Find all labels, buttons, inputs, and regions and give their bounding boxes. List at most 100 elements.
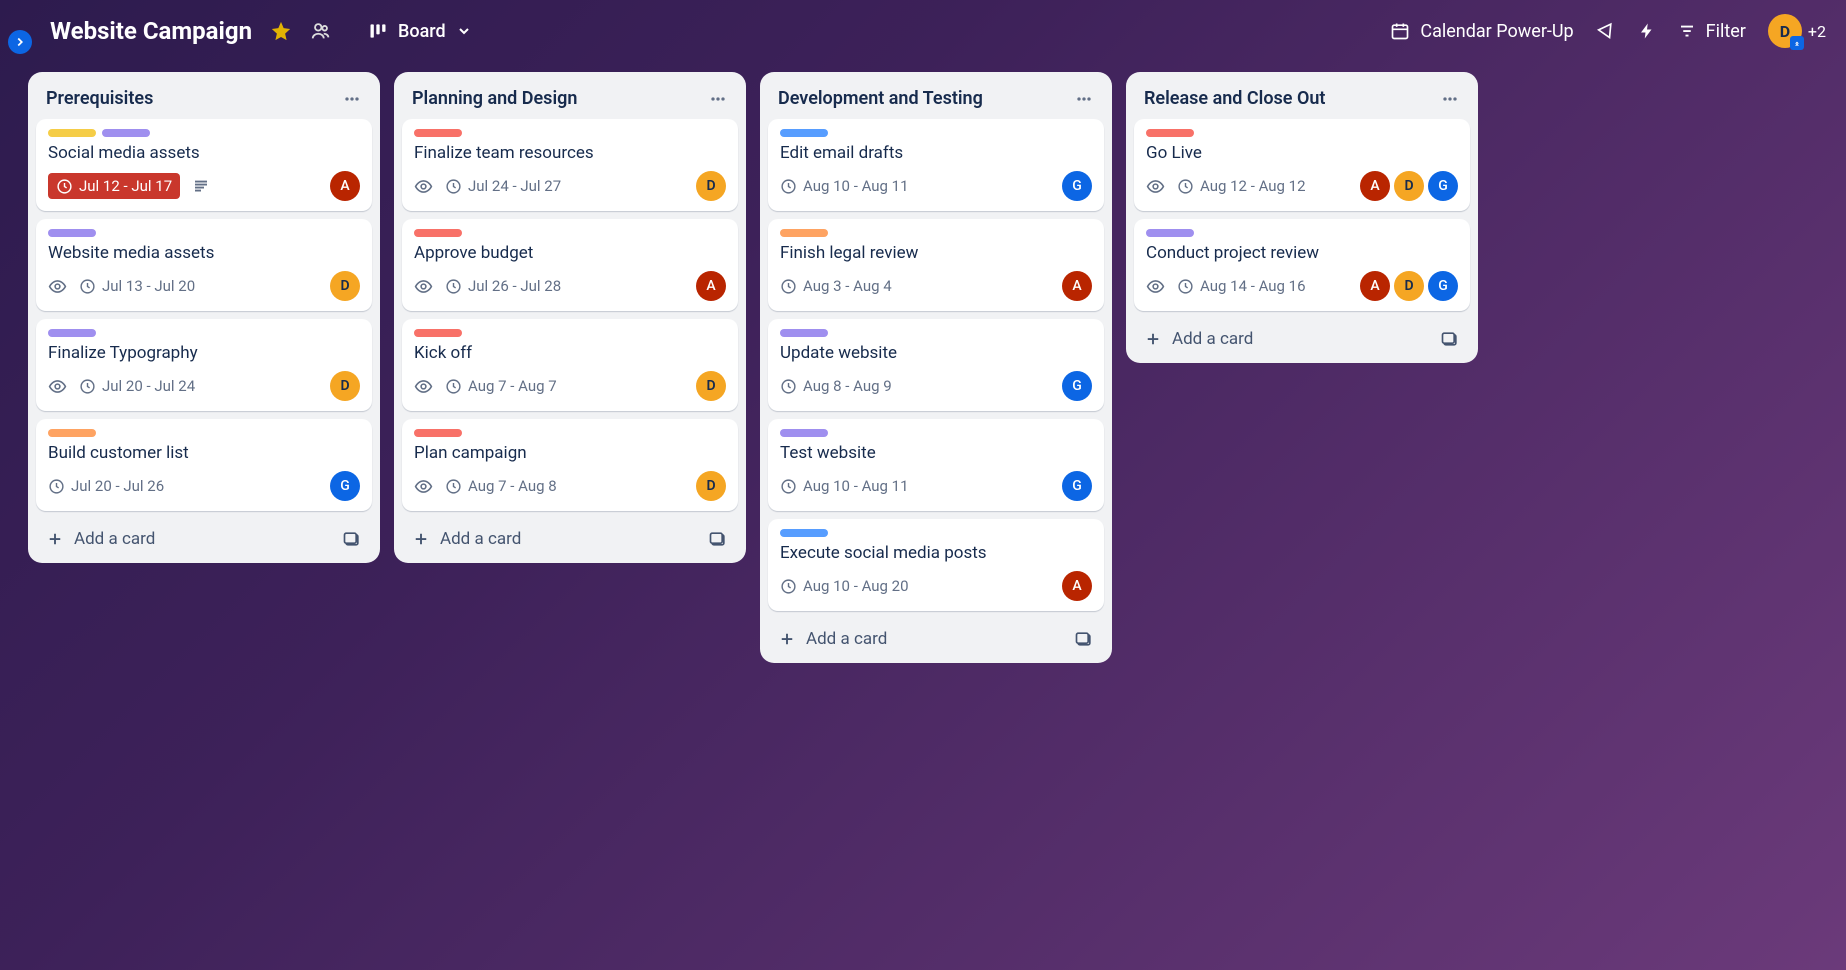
workspace-visibility-icon[interactable] <box>310 20 332 42</box>
member-avatar[interactable]: G <box>330 471 360 501</box>
card-template-button[interactable] <box>1074 629 1094 649</box>
due-date-badge[interactable]: Aug 7 - Aug 7 <box>445 377 557 395</box>
automation-icon[interactable] <box>1638 22 1656 40</box>
due-date-badge[interactable]: Aug 3 - Aug 4 <box>780 277 892 295</box>
list-menu-button[interactable] <box>1074 89 1094 109</box>
card[interactable]: Conduct project review Aug 14 - Aug 16 ADG <box>1134 219 1470 311</box>
due-date-badge[interactable]: Aug 12 - Aug 12 <box>1177 177 1306 195</box>
view-switcher[interactable]: Board <box>358 15 482 48</box>
list-title[interactable]: Release and Close Out <box>1144 88 1325 109</box>
member-avatar[interactable]: G <box>1062 171 1092 201</box>
member-avatar[interactable]: A <box>1062 571 1092 601</box>
rocket-icon[interactable] <box>1596 21 1616 41</box>
label-purple[interactable] <box>48 229 96 237</box>
due-date-badge[interactable]: Aug 7 - Aug 8 <box>445 477 557 495</box>
card-template-button[interactable] <box>1440 329 1460 349</box>
due-date-badge[interactable]: Jul 20 - Jul 26 <box>48 477 164 495</box>
add-card-button[interactable]: Add a card <box>1144 329 1253 349</box>
member-avatar[interactable]: G <box>1062 471 1092 501</box>
add-card-button[interactable]: Add a card <box>46 529 155 549</box>
card[interactable]: Edit email drafts Aug 10 - Aug 11 G <box>768 119 1104 211</box>
card[interactable]: Test websiteAug 10 - Aug 11G <box>768 419 1104 511</box>
card[interactable]: Kick off Aug 7 - Aug 7 D <box>402 319 738 411</box>
card[interactable]: Finalize Typography Jul 20 - Jul 24 D <box>36 319 372 411</box>
filter-button[interactable]: Filter <box>1678 21 1746 42</box>
member-avatar[interactable]: D <box>330 271 360 301</box>
card[interactable]: Plan campaignAug 7 - Aug 8D <box>402 419 738 511</box>
member-avatar[interactable]: A <box>696 271 726 301</box>
label-purple[interactable] <box>102 129 150 137</box>
list-title[interactable]: Prerequisites <box>46 88 153 109</box>
member-avatar[interactable]: G <box>1428 171 1458 201</box>
label-blue[interactable] <box>780 129 828 137</box>
label-blue[interactable] <box>780 529 828 537</box>
member-avatar[interactable]: A <box>1360 271 1390 301</box>
user-avatar[interactable]: D <box>1768 14 1802 48</box>
card[interactable]: Build customer listJul 20 - Jul 26G <box>36 419 372 511</box>
label-red[interactable] <box>414 229 462 237</box>
card[interactable]: Finalize team resourcesJul 24 - Jul 27D <box>402 119 738 211</box>
card[interactable]: Go LiveAug 12 - Aug 12ADG <box>1134 119 1470 211</box>
label-purple[interactable] <box>48 329 96 337</box>
due-date-badge[interactable]: Jul 24 - Jul 27 <box>445 177 561 195</box>
label-red[interactable] <box>414 429 462 437</box>
card-title: Finalize Typography <box>48 343 360 363</box>
member-avatar[interactable]: A <box>330 171 360 201</box>
member-avatar[interactable]: G <box>1062 371 1092 401</box>
due-date-badge[interactable]: Aug 10 - Aug 11 <box>780 177 909 195</box>
card-template-button[interactable] <box>708 529 728 549</box>
card-title: Conduct project review <box>1146 243 1458 263</box>
member-avatar[interactable]: G <box>1428 271 1458 301</box>
due-date-badge[interactable]: Jul 12 - Jul 17 <box>48 173 180 199</box>
card[interactable]: Update websiteAug 8 - Aug 9G <box>768 319 1104 411</box>
label-orange[interactable] <box>780 229 828 237</box>
list-title[interactable]: Planning and Design <box>412 88 577 109</box>
label-yellow[interactable] <box>48 129 96 137</box>
card[interactable]: Approve budgetJul 26 - Jul 28A <box>402 219 738 311</box>
list-title[interactable]: Development and Testing <box>778 88 983 109</box>
member-avatar[interactable]: D <box>696 171 726 201</box>
due-date-badge[interactable]: Aug 8 - Aug 9 <box>780 377 892 395</box>
label-orange[interactable] <box>48 429 96 437</box>
list-menu-button[interactable] <box>708 89 728 109</box>
member-overflow-count[interactable]: +2 <box>1808 22 1826 41</box>
label-purple[interactable] <box>780 329 828 337</box>
calendar-powerup-button[interactable]: Calendar Power-Up <box>1390 21 1573 42</box>
card-template-button[interactable] <box>342 529 362 549</box>
due-date-badge[interactable]: Jul 13 - Jul 20 <box>79 277 195 295</box>
member-avatar[interactable]: A <box>1360 171 1390 201</box>
add-card-button[interactable]: Add a card <box>412 529 521 549</box>
due-date-badge[interactable]: Aug 10 - Aug 20 <box>780 577 909 595</box>
member-avatar[interactable]: D <box>330 371 360 401</box>
board-canvas: PrerequisitesSocial media assetsJul 12 -… <box>0 62 1846 693</box>
card-title: Kick off <box>414 343 726 363</box>
description-icon <box>192 177 210 195</box>
sidebar-expand-button[interactable] <box>8 30 32 54</box>
board-title[interactable]: Website Campaign <box>50 17 252 45</box>
member-avatar[interactable]: D <box>1394 271 1424 301</box>
add-card-button[interactable]: Add a card <box>778 629 887 649</box>
card-title: Edit email drafts <box>780 143 1092 163</box>
filter-label: Filter <box>1706 21 1746 42</box>
card[interactable]: Social media assetsJul 12 - Jul 17A <box>36 119 372 211</box>
member-avatar[interactable]: D <box>1394 171 1424 201</box>
member-avatar[interactable]: D <box>696 471 726 501</box>
star-icon[interactable] <box>270 20 292 42</box>
due-date-badge[interactable]: Aug 14 - Aug 16 <box>1177 277 1306 295</box>
due-date-badge[interactable]: Jul 26 - Jul 28 <box>445 277 561 295</box>
due-date-badge[interactable]: Jul 20 - Jul 24 <box>79 377 195 395</box>
label-purple[interactable] <box>1146 229 1194 237</box>
list: Planning and DesignFinalize team resourc… <box>394 72 746 563</box>
member-avatar[interactable]: A <box>1062 271 1092 301</box>
label-red[interactable] <box>414 329 462 337</box>
card[interactable]: Finish legal reviewAug 3 - Aug 4A <box>768 219 1104 311</box>
due-date-badge[interactable]: Aug 10 - Aug 11 <box>780 477 909 495</box>
member-avatar[interactable]: D <box>696 371 726 401</box>
card[interactable]: Execute social media postsAug 10 - Aug 2… <box>768 519 1104 611</box>
label-red[interactable] <box>1146 129 1194 137</box>
list-menu-button[interactable] <box>1440 89 1460 109</box>
label-purple[interactable] <box>780 429 828 437</box>
list-menu-button[interactable] <box>342 89 362 109</box>
label-red[interactable] <box>414 129 462 137</box>
card[interactable]: Website media assetsJul 13 - Jul 20D <box>36 219 372 311</box>
